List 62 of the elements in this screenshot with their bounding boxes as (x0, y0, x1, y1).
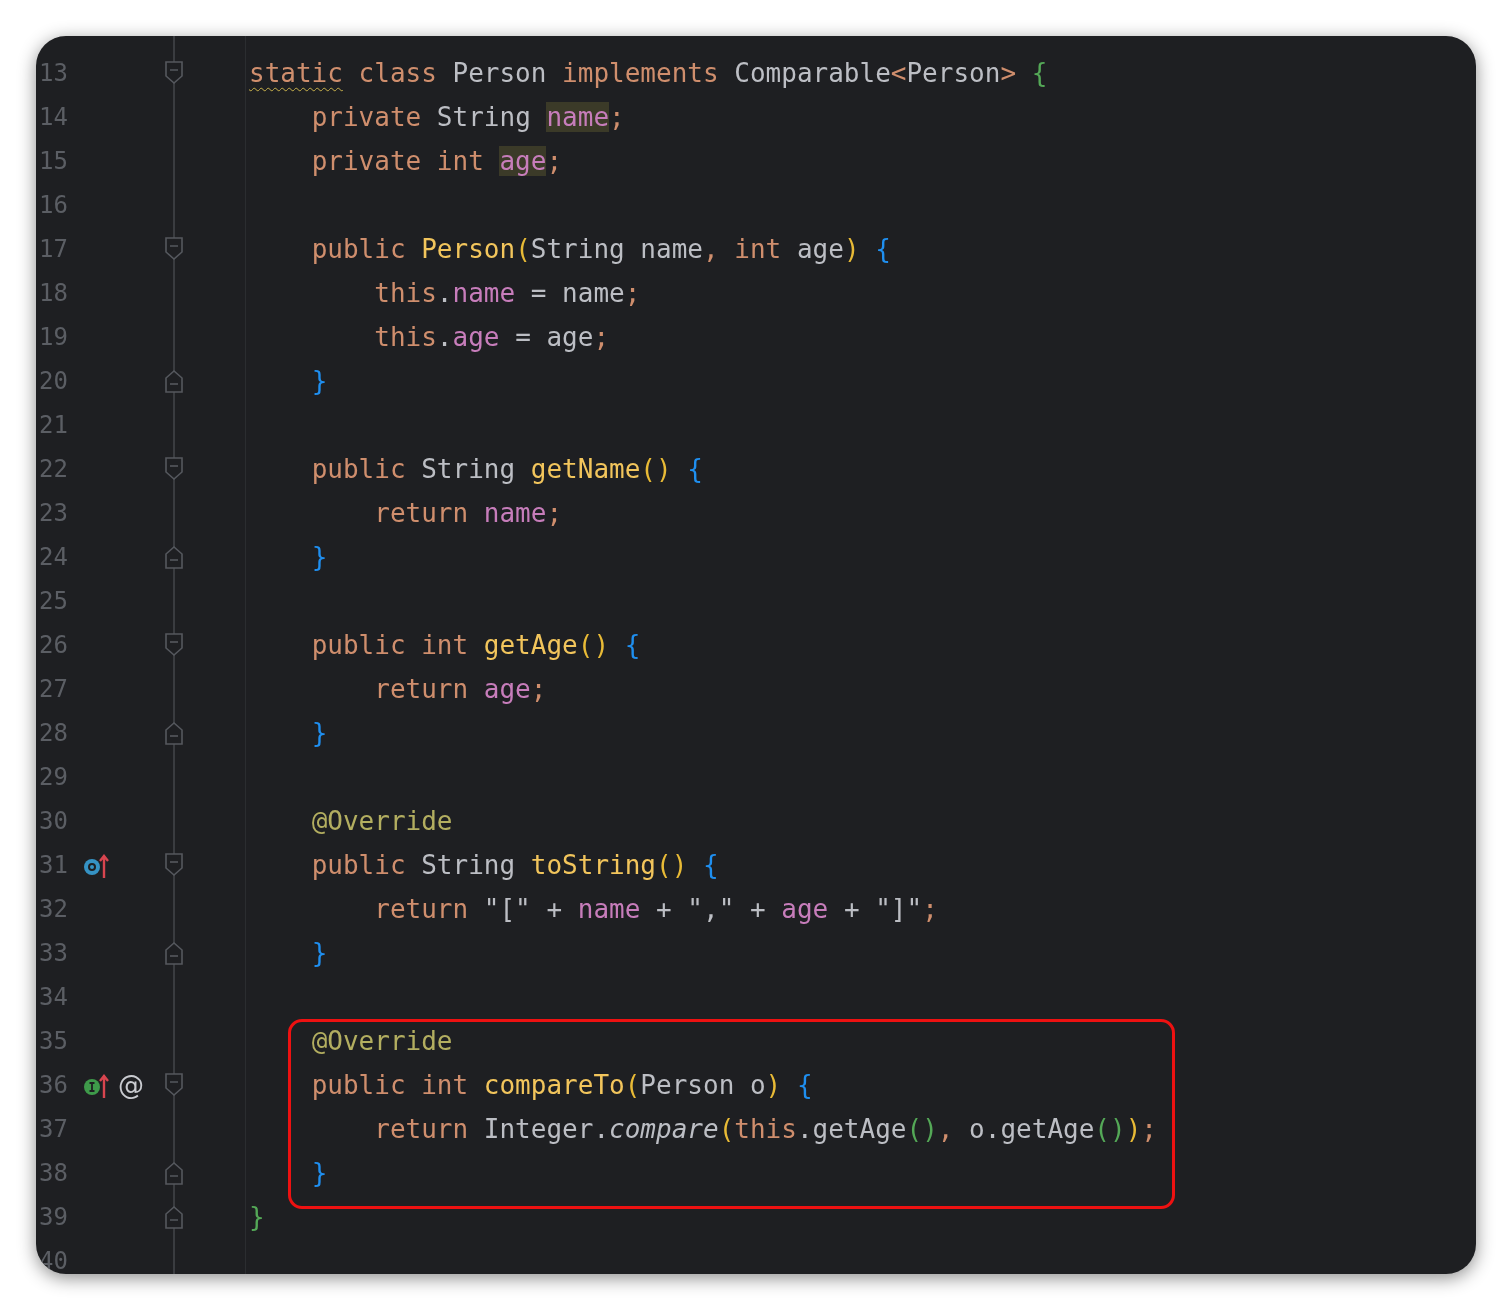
line-number: 21 (38, 411, 69, 439)
fold-collapse-icon[interactable] (164, 60, 184, 86)
line-number: 18 (38, 279, 69, 307)
fold-collapse-icon[interactable] (164, 236, 184, 262)
fold-collapse-icon[interactable] (164, 456, 184, 482)
line-number: 28 (38, 719, 69, 747)
fold-end-icon[interactable] (164, 720, 184, 746)
fold-end-icon[interactable] (164, 368, 184, 394)
line-number: 30 (38, 807, 69, 835)
line-number: 35 (38, 1027, 69, 1055)
line-number: 22 (38, 455, 69, 483)
fold-collapse-icon[interactable] (164, 632, 184, 658)
line-number: 13 (38, 59, 69, 87)
code-line: return Integer.compare(this.getAge(), o.getAge()); (374, 1114, 1157, 1144)
fold-end-icon[interactable] (164, 1204, 184, 1230)
line-number: 34 (38, 983, 69, 1011)
code-line: return "[" + name + "," + age + "]"; (374, 894, 938, 924)
line-number: 23 (38, 499, 69, 527)
line-number: 19 (38, 323, 69, 351)
line-number: 25 (38, 587, 69, 615)
line-number: 31 (38, 851, 69, 879)
fold-collapse-icon[interactable] (164, 852, 184, 878)
line-number: 26 (38, 631, 69, 659)
code-line: public int getAge() { (311, 630, 641, 660)
code-line: private String name; (311, 102, 625, 132)
code-line: } (311, 542, 328, 572)
code-line: private int age; (311, 146, 563, 176)
annotation-marker[interactable]: @ (118, 1072, 144, 1098)
code-line: return age; (374, 674, 547, 704)
fold-end-icon[interactable] (164, 1160, 184, 1186)
code-line: public Person(String name, int age) { (311, 234, 891, 264)
fold-collapse-icon[interactable] (164, 1072, 184, 1098)
code-line: public int compareTo(Person o) { (311, 1070, 813, 1100)
line-number: 29 (38, 763, 69, 791)
line-number: 32 (38, 895, 69, 923)
line-number: 24 (38, 543, 69, 571)
line-number: 17 (38, 235, 69, 263)
code-line: } (249, 1202, 265, 1232)
line-number: 16 (38, 191, 69, 219)
line-number: 27 (38, 675, 69, 703)
code-line: return name; (374, 498, 563, 528)
fold-end-icon[interactable] (164, 544, 184, 570)
line-number: 36 (38, 1071, 69, 1099)
code-line: this.name = name; (374, 278, 641, 308)
code-line: @Override (311, 806, 453, 836)
line-number: 38 (38, 1159, 69, 1187)
code-line: } (311, 1158, 328, 1188)
line-number: 15 (38, 147, 69, 175)
code-line: public String getName() { (311, 454, 703, 484)
code-line: static class Person implements Comparable<Person> { (249, 58, 1048, 88)
line-number: 14 (38, 103, 69, 131)
line-number: 20 (38, 367, 69, 395)
code-line: } (311, 938, 328, 968)
line-number: 37 (38, 1115, 69, 1143)
line-number: 33 (38, 939, 69, 967)
code-line: } (311, 718, 328, 748)
code-line: } (311, 366, 328, 396)
line-number: 39 (38, 1203, 69, 1231)
code-line: this.age = age; (374, 322, 610, 352)
fold-end-icon[interactable] (164, 940, 184, 966)
code-line: @Override (311, 1026, 453, 1056)
code-line: public String toString() { (311, 850, 719, 880)
